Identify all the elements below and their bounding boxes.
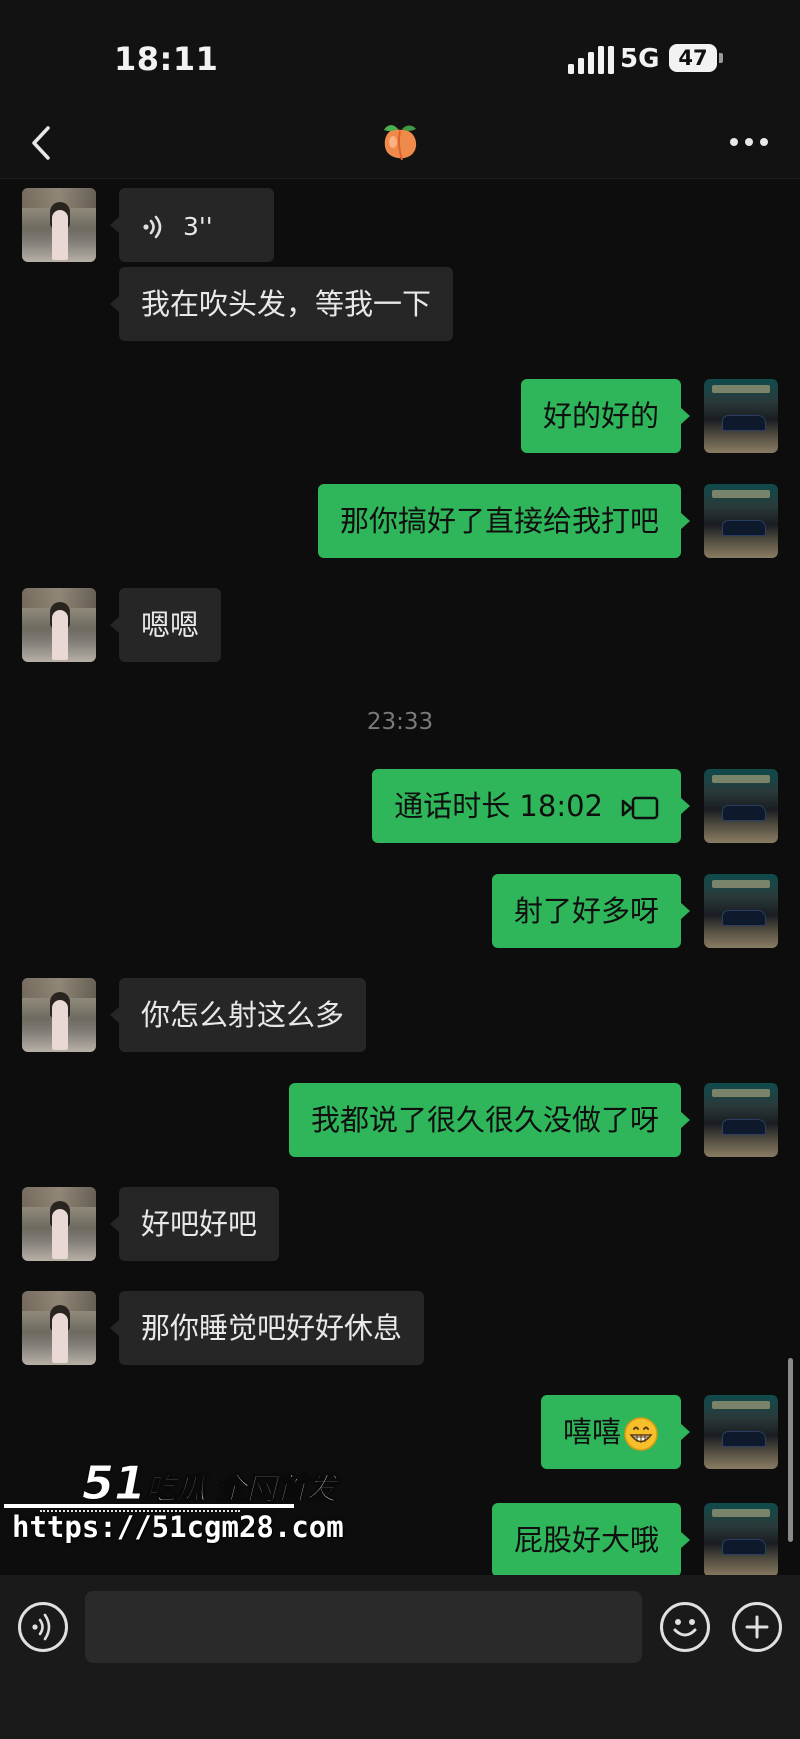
message-text: 嗯嗯	[141, 608, 200, 642]
message-text: 嘻嘻	[562, 1415, 621, 1449]
contact-avatar[interactable]	[22, 588, 96, 662]
contact-avatar[interactable]	[22, 188, 96, 262]
battery-level: 47	[678, 46, 708, 70]
contact-avatar[interactable]	[22, 1291, 96, 1365]
emoji-smile-icon[interactable]	[660, 1602, 710, 1652]
message-row-incoming: 我在吹头发，等我一下	[0, 267, 800, 341]
message-text: 射了好多呀	[513, 894, 659, 928]
call-duration-text: 通话时长 18:02	[394, 789, 603, 823]
network-type: 5G	[620, 44, 660, 74]
voice-wave-icon	[143, 215, 162, 239]
grinning-face-emoji-icon	[624, 1417, 658, 1451]
my-avatar[interactable]	[704, 1503, 778, 1575]
video-call-icon	[621, 796, 659, 820]
message-bubble[interactable]: 屁股好大哦	[491, 1503, 691, 1575]
message-row-outgoing: 射了好多呀	[0, 874, 800, 948]
message-row-incoming: 好吧好吧	[0, 1187, 800, 1261]
message-row-incoming: 嗯嗯	[0, 588, 800, 662]
message-row-outgoing: 我都说了很久很久没做了呀	[0, 1083, 800, 1157]
message-row-incoming: 那你睡觉吧好好休息	[0, 1291, 800, 1365]
message-text: 我都说了很久很久没做了呀	[310, 1103, 659, 1137]
message-text: 我在吹头发，等我一下	[141, 287, 432, 321]
battery-icon: 47	[669, 44, 717, 72]
my-avatar[interactable]	[704, 1395, 778, 1469]
chat-scrollbar[interactable]	[788, 1358, 793, 1542]
message-input[interactable]	[85, 1591, 642, 1663]
my-avatar[interactable]	[704, 1083, 778, 1157]
message-text: 你怎么射这么多	[141, 998, 345, 1032]
message-row-outgoing: 嘻嘻	[0, 1395, 800, 1469]
message-text: 好的好的	[542, 399, 659, 433]
signal-icon	[568, 44, 614, 74]
message-row-outgoing: 屁股好大哦	[0, 1503, 800, 1575]
message-bubble[interactable]: 好吧好吧	[109, 1187, 280, 1261]
status-bar: 18:11 5G 47	[0, 0, 800, 110]
message-text: 那你搞好了直接给我打吧	[339, 504, 659, 538]
chevron-left-icon[interactable]	[24, 120, 64, 166]
message-bubble[interactable]: 我在吹头发，等我一下	[109, 267, 454, 341]
peach-emoji-icon	[378, 120, 422, 164]
my-avatar[interactable]	[704, 769, 778, 843]
voice-message-bubble[interactable]: 3''	[110, 188, 274, 262]
input-bar	[0, 1575, 800, 1739]
message-row-incoming: 你怎么射这么多	[0, 978, 800, 1052]
message-bubble[interactable]: 射了好多呀	[491, 874, 691, 948]
voice-input-icon[interactable]	[18, 1602, 68, 1652]
chat-header	[0, 110, 800, 179]
message-text: 屁股好大哦	[513, 1523, 659, 1557]
message-row-incoming: 3''	[0, 188, 800, 262]
my-avatar[interactable]	[704, 874, 778, 948]
my-avatar[interactable]	[704, 484, 778, 558]
message-bubble[interactable]: 那你搞好了直接给我打吧	[317, 484, 691, 558]
message-row-outgoing: 那你搞好了直接给我打吧	[0, 484, 800, 558]
message-bubble[interactable]: 好的好的	[520, 379, 691, 453]
message-bubble[interactable]: 那你睡觉吧好好休息	[109, 1291, 425, 1365]
message-bubble[interactable]: 嘻嘻	[540, 1395, 691, 1469]
message-text: 好吧好吧	[141, 1207, 258, 1241]
contact-avatar[interactable]	[22, 978, 96, 1052]
chat-messages[interactable]: 3'' 我在吹头发，等我一下 好的好的 那你搞好了直接给我打吧 嗯嗯 23:33…	[0, 179, 800, 1575]
my-avatar[interactable]	[704, 379, 778, 453]
message-timestamp: 23:33	[366, 709, 434, 735]
plus-circle-icon[interactable]	[732, 1602, 782, 1652]
message-row-outgoing: 通话时长 18:02	[0, 769, 800, 843]
more-dots-icon[interactable]	[726, 130, 772, 154]
message-bubble[interactable]: 我都说了很久很久没做了呀	[288, 1083, 691, 1157]
battery-tip	[719, 53, 723, 63]
message-text: 那你睡觉吧好好休息	[141, 1311, 403, 1345]
message-bubble[interactable]: 嗯嗯	[109, 588, 222, 662]
voice-duration: 3''	[183, 212, 213, 241]
call-record-bubble[interactable]: 通话时长 18:02	[372, 769, 690, 843]
message-bubble[interactable]: 你怎么射这么多	[109, 978, 367, 1052]
contact-avatar[interactable]	[22, 1187, 96, 1261]
status-time: 18:11	[114, 40, 219, 78]
message-row-outgoing: 好的好的	[0, 379, 800, 453]
